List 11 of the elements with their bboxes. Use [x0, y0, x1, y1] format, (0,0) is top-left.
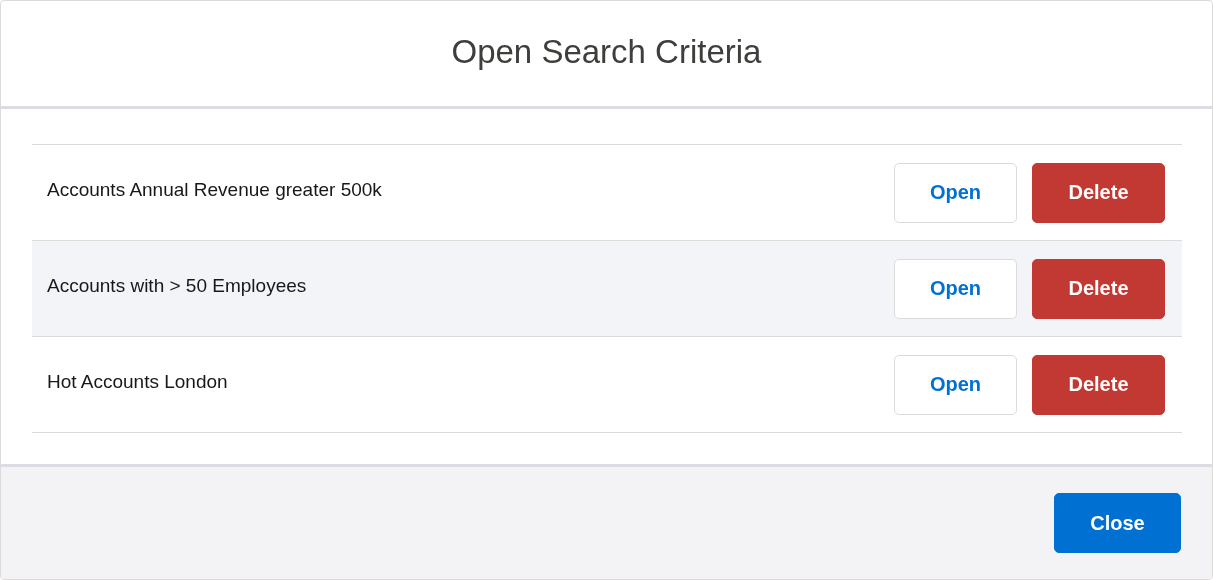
close-button[interactable]: Close [1054, 493, 1181, 553]
criteria-name: Accounts Annual Revenue greater 500k [47, 178, 382, 201]
open-button[interactable]: Open [894, 354, 1017, 415]
open-button[interactable]: Open [894, 258, 1017, 319]
delete-button[interactable]: Delete [1032, 162, 1165, 223]
delete-button[interactable]: Delete [1032, 354, 1165, 415]
criteria-name: Accounts with > 50 Employees [47, 274, 307, 297]
delete-button[interactable]: Delete [1032, 258, 1165, 319]
open-button[interactable]: Open [894, 162, 1017, 223]
criteria-name: Hot Accounts London [47, 370, 228, 393]
modal-title: Open Search Criteria [451, 32, 762, 72]
